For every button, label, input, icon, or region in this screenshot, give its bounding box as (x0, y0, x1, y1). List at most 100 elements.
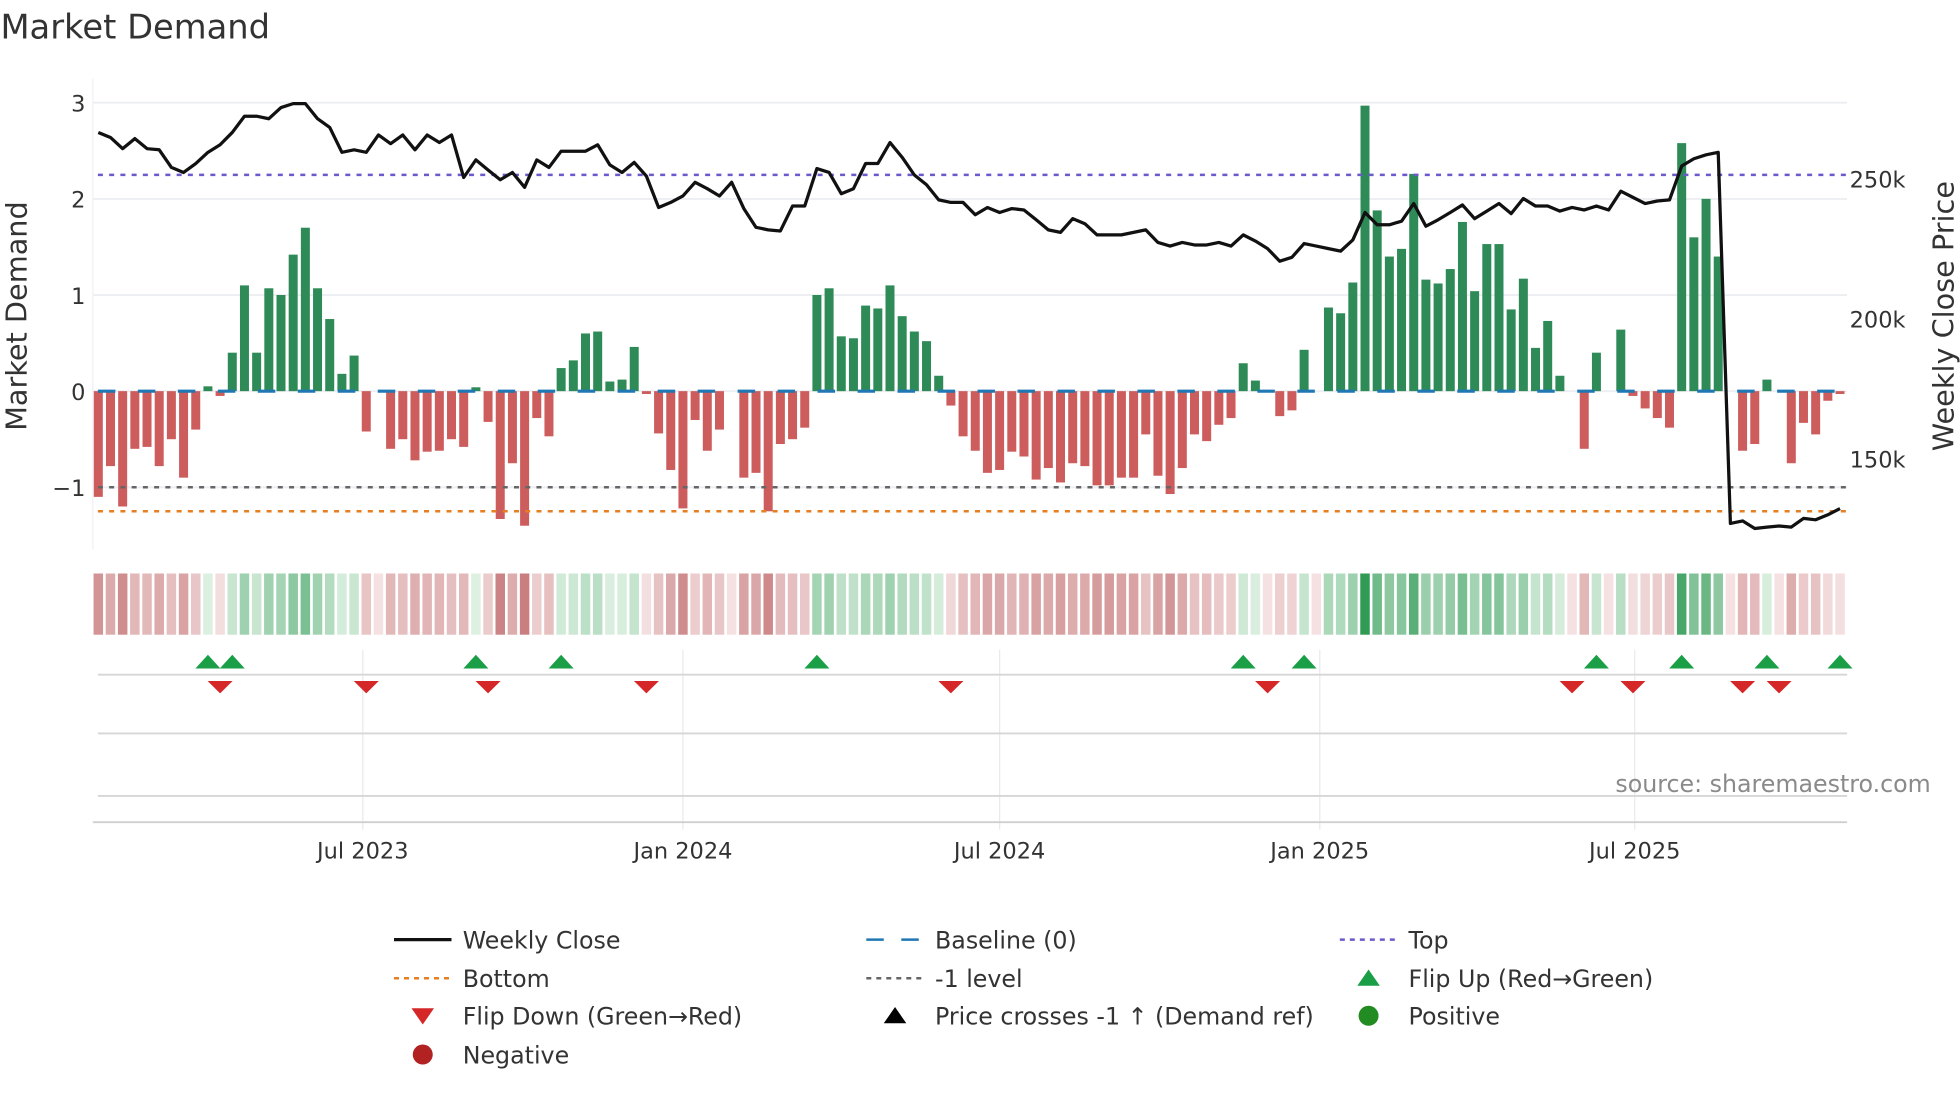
demand-bar-negative (422, 391, 432, 452)
y-axis-label: Market Demand (0, 201, 34, 431)
heat-cell (1080, 573, 1090, 635)
demand-bar-positive (861, 305, 871, 392)
heat-cell (1396, 573, 1407, 635)
heat-cell (1652, 573, 1663, 635)
legend-negative-icon (412, 1044, 433, 1065)
demand-bar-positive (1591, 352, 1601, 392)
demand-bar-positive (313, 288, 323, 392)
heat-cell (702, 573, 713, 635)
demand-bar-positive (1701, 198, 1711, 392)
legend-label: Negative (463, 1041, 569, 1069)
heat-cell (264, 573, 274, 635)
heat-cell (1055, 573, 1066, 635)
demand-bar-negative (483, 391, 493, 422)
flip-up-marker (1291, 654, 1317, 669)
demand-bar-negative (970, 391, 980, 451)
demand-bar-negative (1835, 391, 1845, 395)
heat-cell (1274, 573, 1285, 635)
heat-cell (592, 573, 603, 635)
heat-cell (617, 573, 627, 635)
heat-cell (775, 573, 786, 635)
demand-bar-positive (252, 352, 262, 392)
demand-bar-negative (154, 391, 164, 467)
heat-cell (276, 573, 286, 635)
demand-bar-positive (556, 368, 566, 392)
heat-cell (349, 573, 359, 635)
demand-bar-negative (1056, 391, 1066, 483)
demand-bar-positive (264, 288, 274, 392)
demand-bar-positive (300, 227, 310, 392)
demand-bar-positive (1433, 283, 1443, 392)
heat-cell (666, 573, 676, 635)
heat-cell (1762, 573, 1772, 635)
demand-bar-negative (702, 391, 712, 451)
flip-up-marker (1230, 654, 1256, 669)
heat-cell (714, 573, 725, 635)
heat-cell (1725, 573, 1736, 635)
heat-cell (495, 573, 505, 635)
demand-bar-positive (897, 316, 907, 392)
y2-tick-label: 150k (1850, 447, 1906, 473)
flip-down-marker (1620, 680, 1646, 694)
demand-bar-positive (276, 295, 286, 392)
heat-cell (1542, 573, 1553, 635)
demand-bar-negative (434, 391, 444, 451)
y-tick-label: −1 (52, 476, 85, 502)
legend-label: Weekly Close (463, 926, 621, 954)
demand-bar-positive (1555, 375, 1565, 392)
demand-bar-positive (1506, 309, 1516, 392)
legend-label: Flip Up (Red→Green) (1409, 965, 1654, 993)
heat-cell (1506, 573, 1516, 635)
demand-bar-negative (1092, 391, 1102, 486)
demand-bar-negative (166, 391, 176, 440)
demand-bar-negative (507, 391, 517, 464)
y2-tick-label: 200k (1850, 307, 1906, 333)
y-tick-label: 3 (71, 91, 85, 117)
heat-cell (653, 573, 664, 635)
heat-cell (1299, 573, 1309, 635)
demand-bar-positive (922, 341, 932, 392)
heat-cell (751, 573, 761, 635)
demand-bar-positive (885, 285, 895, 392)
flip-up-marker (1827, 654, 1853, 669)
heat-cell (361, 573, 372, 635)
demand-bar-positive (909, 331, 919, 392)
demand-bar-positive (1372, 210, 1382, 392)
heat-cell (921, 573, 932, 635)
heat-cell (312, 573, 323, 635)
heat-cell (1786, 573, 1797, 635)
demand-bar-negative (775, 391, 785, 445)
demand-bar-positive (1250, 380, 1260, 392)
heat-cell (1469, 573, 1480, 635)
heat-cell (434, 573, 445, 635)
demand-bar-negative (1226, 391, 1236, 419)
heat-cell (690, 573, 700, 635)
y2-axis-label: Weekly Close Price (1926, 181, 1960, 451)
demand-bar-negative (1080, 391, 1090, 467)
demand-bar-negative (1141, 391, 1151, 435)
demand-bar-positive (1689, 237, 1699, 392)
demand-bar-positive (239, 285, 249, 392)
heat-cell (787, 573, 798, 635)
heat-cell (1579, 573, 1589, 635)
demand-bar-negative (788, 391, 798, 440)
demand-bar-negative (982, 391, 992, 473)
demand-bar-negative (447, 391, 457, 440)
demand-bar-negative (544, 391, 554, 437)
x-tick-label: Jul 2024 (952, 838, 1045, 864)
heat-cell (873, 573, 883, 635)
demand-bar-positive (288, 254, 298, 392)
heat-cell (93, 573, 104, 635)
heat-cell (1238, 573, 1248, 635)
demand-bar-negative (1786, 391, 1796, 464)
heat-cell (1348, 573, 1358, 635)
demand-bar-negative (386, 391, 396, 449)
demand-bar-negative (179, 391, 189, 478)
heat-cell (398, 573, 408, 635)
demand-bar-positive (1336, 313, 1346, 392)
demand-bar-negative (93, 391, 103, 497)
heat-cell (799, 573, 810, 635)
heat-cell (458, 573, 469, 635)
flip-down-marker (1730, 680, 1756, 694)
heat-cell (1433, 573, 1443, 635)
